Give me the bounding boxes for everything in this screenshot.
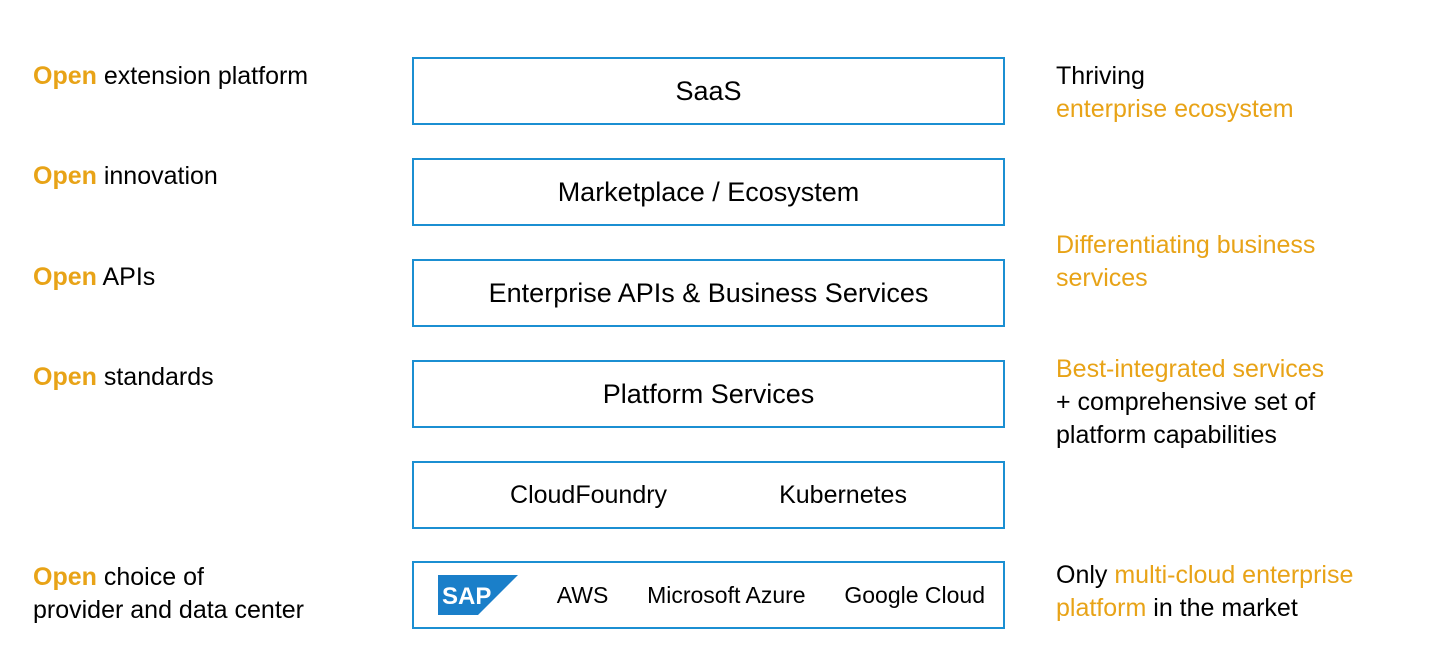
left-label-apis: Open APIs: [33, 261, 155, 294]
right-label-line: Thriving: [1056, 62, 1145, 90]
left-label-line-2: provider and data center: [33, 596, 305, 624]
left-label-innovation: Open innovation: [33, 160, 218, 193]
right-label-business-services: Differentiating business services: [1056, 229, 1315, 295]
right-label-ecosystem: Thriving enterprise ecosystem: [1056, 60, 1294, 126]
layer-marketplace-label: Marketplace / Ecosystem: [557, 176, 860, 207]
open-word: Open: [33, 62, 97, 90]
runtime-cloudfoundry: CloudFoundry: [510, 480, 668, 509]
open-word: Open: [33, 162, 97, 190]
right-label-line-2: platform in the market: [1056, 592, 1353, 625]
open-word: Open: [33, 563, 97, 591]
runtime-kubernetes: Kubernetes: [779, 480, 907, 509]
layer-providers: SAP AWS Microsoft Azure Google Cloud: [412, 561, 1005, 629]
right-label-suffix: in the market: [1146, 594, 1298, 622]
provider-aws: AWS: [556, 581, 609, 608]
right-label-accent: multi-cloud enterprise: [1114, 561, 1354, 589]
right-label-accent-line: enterprise ecosystem: [1056, 95, 1294, 123]
right-label-accent-line: Differentiating business: [1056, 231, 1316, 259]
left-label-text: APIs: [96, 263, 156, 291]
provider-microsoft-azure: Microsoft Azure: [647, 581, 806, 608]
left-label-text: innovation: [96, 162, 218, 190]
layer-enterprise-apis: Enterprise APIs & Business Services: [412, 259, 1005, 327]
open-word: Open: [33, 363, 97, 391]
right-label-accent-2: platform: [1056, 594, 1147, 622]
right-label-accent-line: Best-integrated services: [1056, 355, 1325, 383]
right-label-multicloud: Only multi-cloud enterprise platform in …: [1056, 559, 1353, 625]
left-label-line: Open choice of: [33, 561, 304, 594]
layer-saas: SaaS: [412, 57, 1005, 125]
layer-platform-services-label: Platform Services: [602, 378, 815, 409]
provider-google-cloud: Google Cloud: [844, 581, 985, 608]
left-label-extension-platform: Open extension platform: [33, 60, 308, 93]
layer-enterprise-apis-label: Enterprise APIs & Business Services: [488, 277, 929, 308]
left-label-choice-of-provider: Open choice of provider and data center: [33, 561, 304, 627]
sap-logo-text: SAP: [442, 583, 491, 610]
right-label-integrated-services: Best-integrated services + comprehensive…: [1056, 353, 1324, 452]
layer-saas-label: SaaS: [675, 75, 742, 106]
layer-marketplace: Marketplace / Ecosystem: [412, 158, 1005, 226]
layer-runtimes: CloudFoundry Kubernetes: [412, 461, 1005, 529]
right-label-line: Only multi-cloud enterprise: [1056, 559, 1353, 592]
sap-logo-icon: SAP: [438, 575, 518, 615]
left-label-text: extension platform: [96, 62, 309, 90]
right-label-line-2: platform capabilities: [1056, 421, 1277, 449]
right-label-accent-line-2: services: [1056, 264, 1148, 292]
open-word: Open: [33, 263, 97, 291]
left-label-standards: Open standards: [33, 361, 214, 394]
layer-platform-services: Platform Services: [412, 360, 1005, 428]
left-label-text: choice of: [96, 563, 204, 591]
left-label-text: standards: [96, 363, 214, 391]
right-label-prefix: Only: [1056, 561, 1115, 589]
right-label-line: + comprehensive set of: [1056, 388, 1316, 416]
